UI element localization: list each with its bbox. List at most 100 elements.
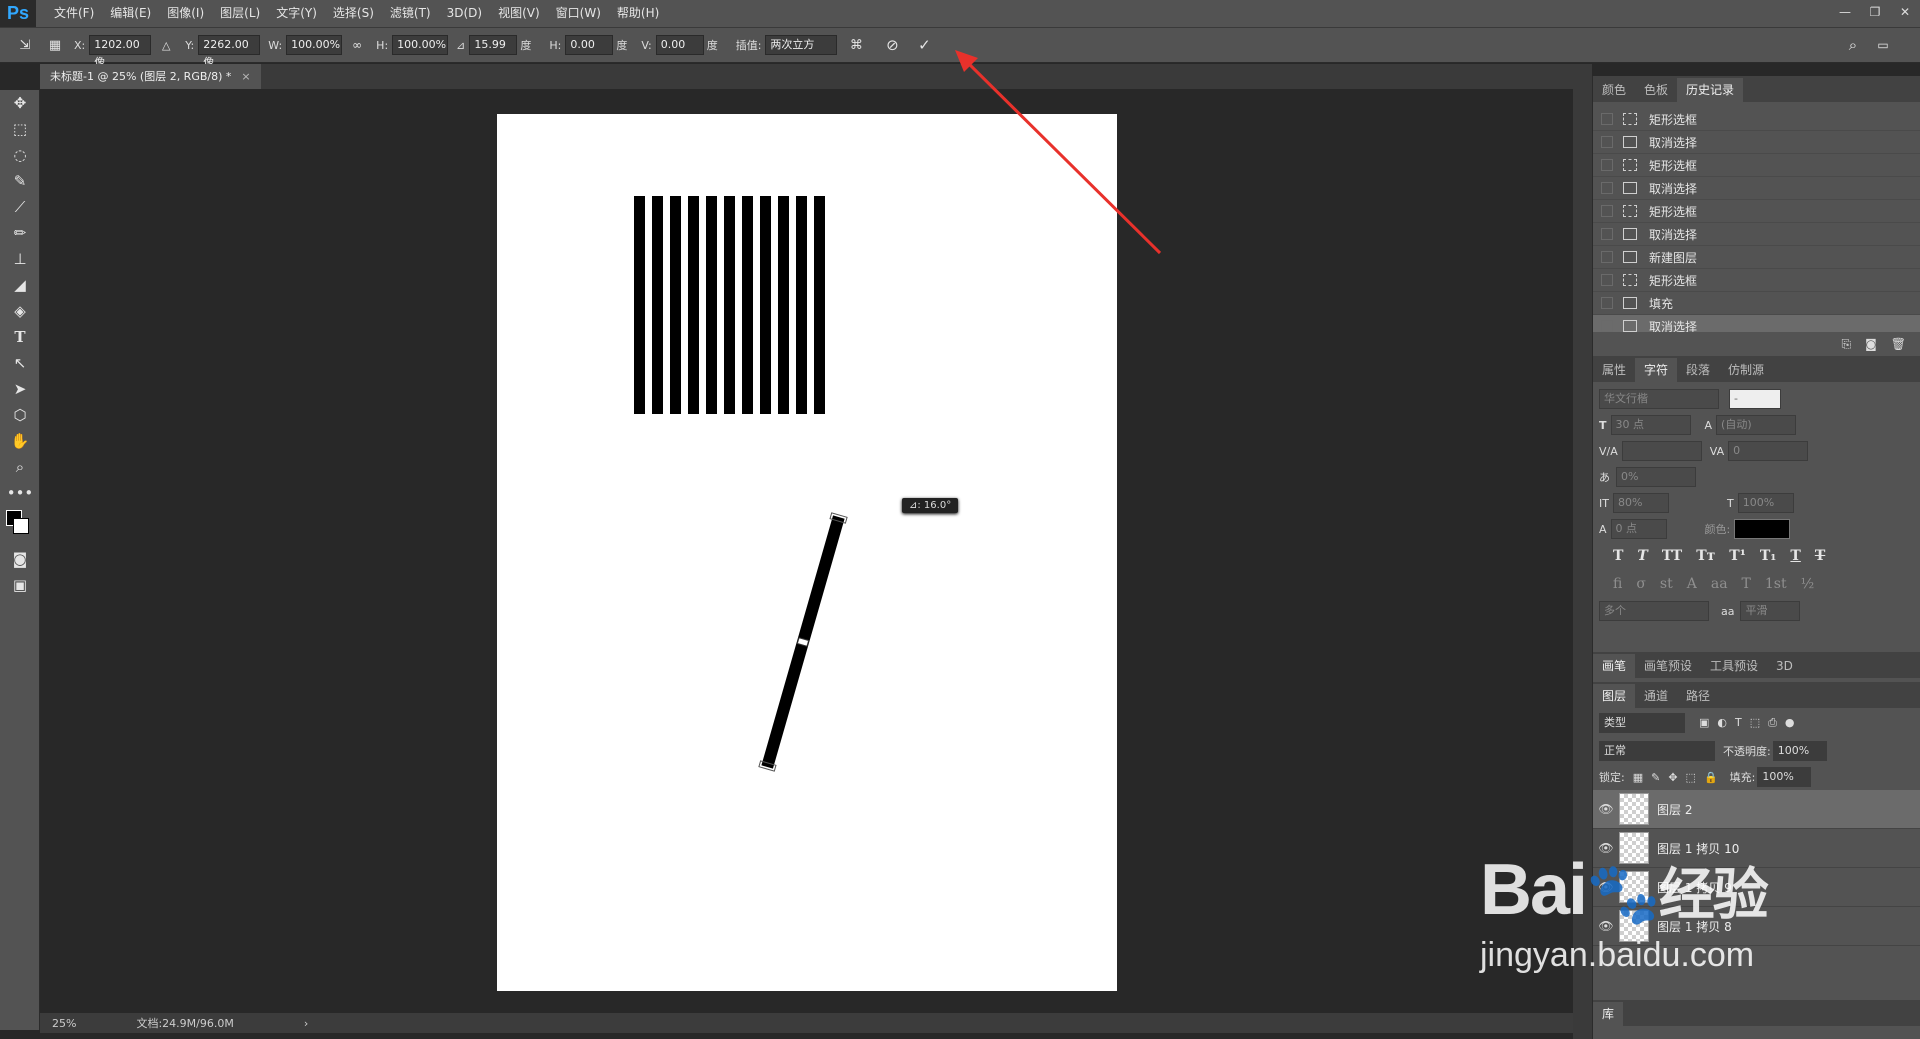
status-menu-icon[interactable]: ›	[304, 1017, 308, 1030]
link-icon[interactable]: ∞	[346, 34, 368, 56]
brush-tool-icon[interactable]: ✏	[0, 220, 40, 246]
new-document-from-state-icon[interactable]: ⎘	[1842, 337, 1852, 352]
history-item[interactable]: 矩形选框	[1593, 108, 1920, 131]
ligature-icon[interactable]: ﬁ	[1613, 576, 1622, 592]
filter-icons[interactable]: ▣◐T⬚⎙●	[1699, 716, 1803, 730]
layer-row[interactable]: 👁 图层 1 拷贝 8	[1593, 907, 1920, 946]
tab-brush_tabs-2[interactable]: 工具预设	[1701, 654, 1767, 678]
menu-item[interactable]: 窗口(W)	[548, 0, 609, 27]
faux-italic-icon[interactable]: T	[1637, 548, 1647, 564]
rotating-bar[interactable]	[758, 512, 848, 772]
restore-icon[interactable]: ❐	[1860, 0, 1890, 24]
direct-select-tool-icon[interactable]: ➤	[0, 376, 40, 402]
history-checkbox[interactable]	[1601, 320, 1613, 332]
superscript-icon[interactable]: T¹	[1729, 548, 1746, 564]
type-tool-icon[interactable]: T	[0, 324, 40, 350]
marquee-tool-icon[interactable]: ⬚	[0, 116, 40, 142]
history-checkbox[interactable]	[1601, 228, 1613, 240]
text-color-swatch[interactable]	[1734, 519, 1791, 539]
menu-item[interactable]: 图层(L)	[212, 0, 268, 27]
reference-point-icon[interactable]: ▦	[44, 34, 66, 56]
tab-character_panel-tabs-1[interactable]: 字符	[1635, 358, 1678, 382]
language-select[interactable]: 多个	[1599, 601, 1709, 621]
blend-mode-select[interactable]: 正常	[1599, 741, 1715, 761]
horizontal-scale-input[interactable]: 100%	[1737, 493, 1794, 513]
history-item[interactable]: 取消选择	[1593, 177, 1920, 200]
menu-item[interactable]: 3D(D)	[439, 0, 490, 27]
menu-item[interactable]: 帮助(H)	[609, 0, 667, 27]
move-tool-icon[interactable]: ✥	[0, 90, 40, 116]
visibility-eye-icon[interactable]: 👁	[1593, 841, 1619, 855]
color-swatches-icon[interactable]	[0, 506, 40, 546]
lasso-tool-icon[interactable]: ◌	[0, 142, 40, 168]
history-item[interactable]: 矩形选框	[1593, 154, 1920, 177]
fraction-icon[interactable]: ½	[1801, 576, 1815, 592]
hand-tool-icon[interactable]: ✋	[0, 428, 40, 454]
discretionary-ligature-icon[interactable]: st	[1660, 576, 1673, 592]
path-select-tool-icon[interactable]: ↖	[0, 350, 40, 376]
tab-character_panel-tabs-0[interactable]: 属性	[1593, 358, 1635, 382]
layer-row[interactable]: 👁 图层 1 拷贝 9	[1593, 868, 1920, 907]
layer-row[interactable]: 👁 图层 1 拷贝 10	[1593, 829, 1920, 868]
tsume-input[interactable]: 0%	[1616, 467, 1696, 487]
underline-icon[interactable]: T	[1790, 548, 1800, 564]
quick-select-tool-icon[interactable]: ✎	[0, 168, 40, 194]
snapshot-icon[interactable]: ◙	[1865, 337, 1877, 351]
history-item[interactable]: 取消选择	[1593, 223, 1920, 246]
y-input[interactable]: 2262.00 像	[198, 35, 261, 69]
anti-alias-select[interactable]: 平滑	[1740, 601, 1801, 621]
strikethrough-icon[interactable]: T	[1815, 548, 1825, 564]
faux-bold-icon[interactable]: T	[1613, 548, 1623, 564]
history-item[interactable]: 取消选择	[1593, 315, 1920, 332]
history-item[interactable]: 取消选择	[1593, 131, 1920, 154]
zoom-tool-icon[interactable]: ⌕	[0, 454, 40, 480]
all-caps-icon[interactable]: TT	[1662, 548, 1682, 564]
tab-layers_panel-tabs-2[interactable]: 路径	[1677, 684, 1719, 708]
more-tools-icon[interactable]: •••	[0, 480, 40, 506]
font-size-input[interactable]: 30 点	[1610, 415, 1691, 435]
layer-row[interactable]: 👁 图层 2	[1593, 790, 1920, 829]
tab-brush_tabs-1[interactable]: 画笔预设	[1635, 654, 1701, 678]
subscript-icon[interactable]: T₁	[1760, 548, 1777, 564]
vertical-scale-input[interactable]: 80%	[1612, 493, 1669, 513]
kerning-input[interactable]	[1621, 441, 1702, 461]
layer-filter-select[interactable]: 类型	[1599, 713, 1685, 733]
menu-item[interactable]: 视图(V)	[490, 0, 548, 27]
tab-character_panel-tabs-2[interactable]: 段落	[1677, 358, 1719, 382]
stamp-tool-icon[interactable]: ⊥	[0, 246, 40, 272]
history-checkbox[interactable]	[1601, 205, 1613, 217]
menu-item[interactable]: 文字(Y)	[268, 0, 325, 27]
tab-history_panel-tabs-1[interactable]: 色板	[1635, 78, 1677, 102]
document-canvas[interactable]: ⊿: 16.0°	[497, 114, 1117, 991]
history-checkbox[interactable]	[1601, 182, 1613, 194]
shape-tool-icon[interactable]: ⬡	[0, 402, 40, 428]
menu-item[interactable]: 选择(S)	[325, 0, 382, 27]
tab-brush_tabs-0[interactable]: 画笔	[1593, 654, 1636, 678]
leading-input[interactable]: (自动)	[1716, 415, 1797, 435]
history-item[interactable]: 填充	[1593, 292, 1920, 315]
fill-input[interactable]: 100%	[1757, 767, 1812, 787]
h-input[interactable]: 100.00%	[392, 35, 449, 55]
baseline-input[interactable]: 0 点	[1610, 519, 1667, 539]
tab-layers_panel-tabs-1[interactable]: 通道	[1635, 684, 1677, 708]
transform-tool-icon[interactable]: ⇲	[14, 34, 36, 56]
visibility-eye-icon[interactable]: 👁	[1593, 880, 1619, 894]
history-checkbox[interactable]	[1601, 297, 1613, 309]
swash-icon[interactable]: A	[1687, 576, 1697, 592]
history-checkbox[interactable]	[1601, 136, 1613, 148]
tab-brush_tabs-3[interactable]: 3D	[1767, 654, 1802, 678]
eyedropper-tool-icon[interactable]: ⟋	[0, 194, 40, 220]
history-checkbox[interactable]	[1601, 159, 1613, 171]
relative-position-icon[interactable]: △	[155, 34, 177, 56]
menu-item[interactable]: 图像(I)	[159, 0, 212, 27]
close-tab-icon[interactable]: ×	[241, 64, 250, 89]
quick-mask-icon[interactable]: ◙	[0, 546, 40, 572]
x-input[interactable]: 1202.00 像	[89, 35, 152, 69]
tab-layers_panel-tabs-0[interactable]: 图层	[1593, 684, 1636, 708]
lock-icons[interactable]: ▦✎✥⬚🔒	[1633, 771, 1726, 784]
close-icon[interactable]: ✕	[1890, 0, 1920, 24]
eraser-tool-icon[interactable]: ◢	[0, 272, 40, 298]
tab-history_panel-tabs-0[interactable]: 颜色	[1593, 78, 1635, 102]
hskew-input[interactable]: 0.00	[565, 35, 614, 55]
history-checkbox[interactable]	[1601, 274, 1613, 286]
